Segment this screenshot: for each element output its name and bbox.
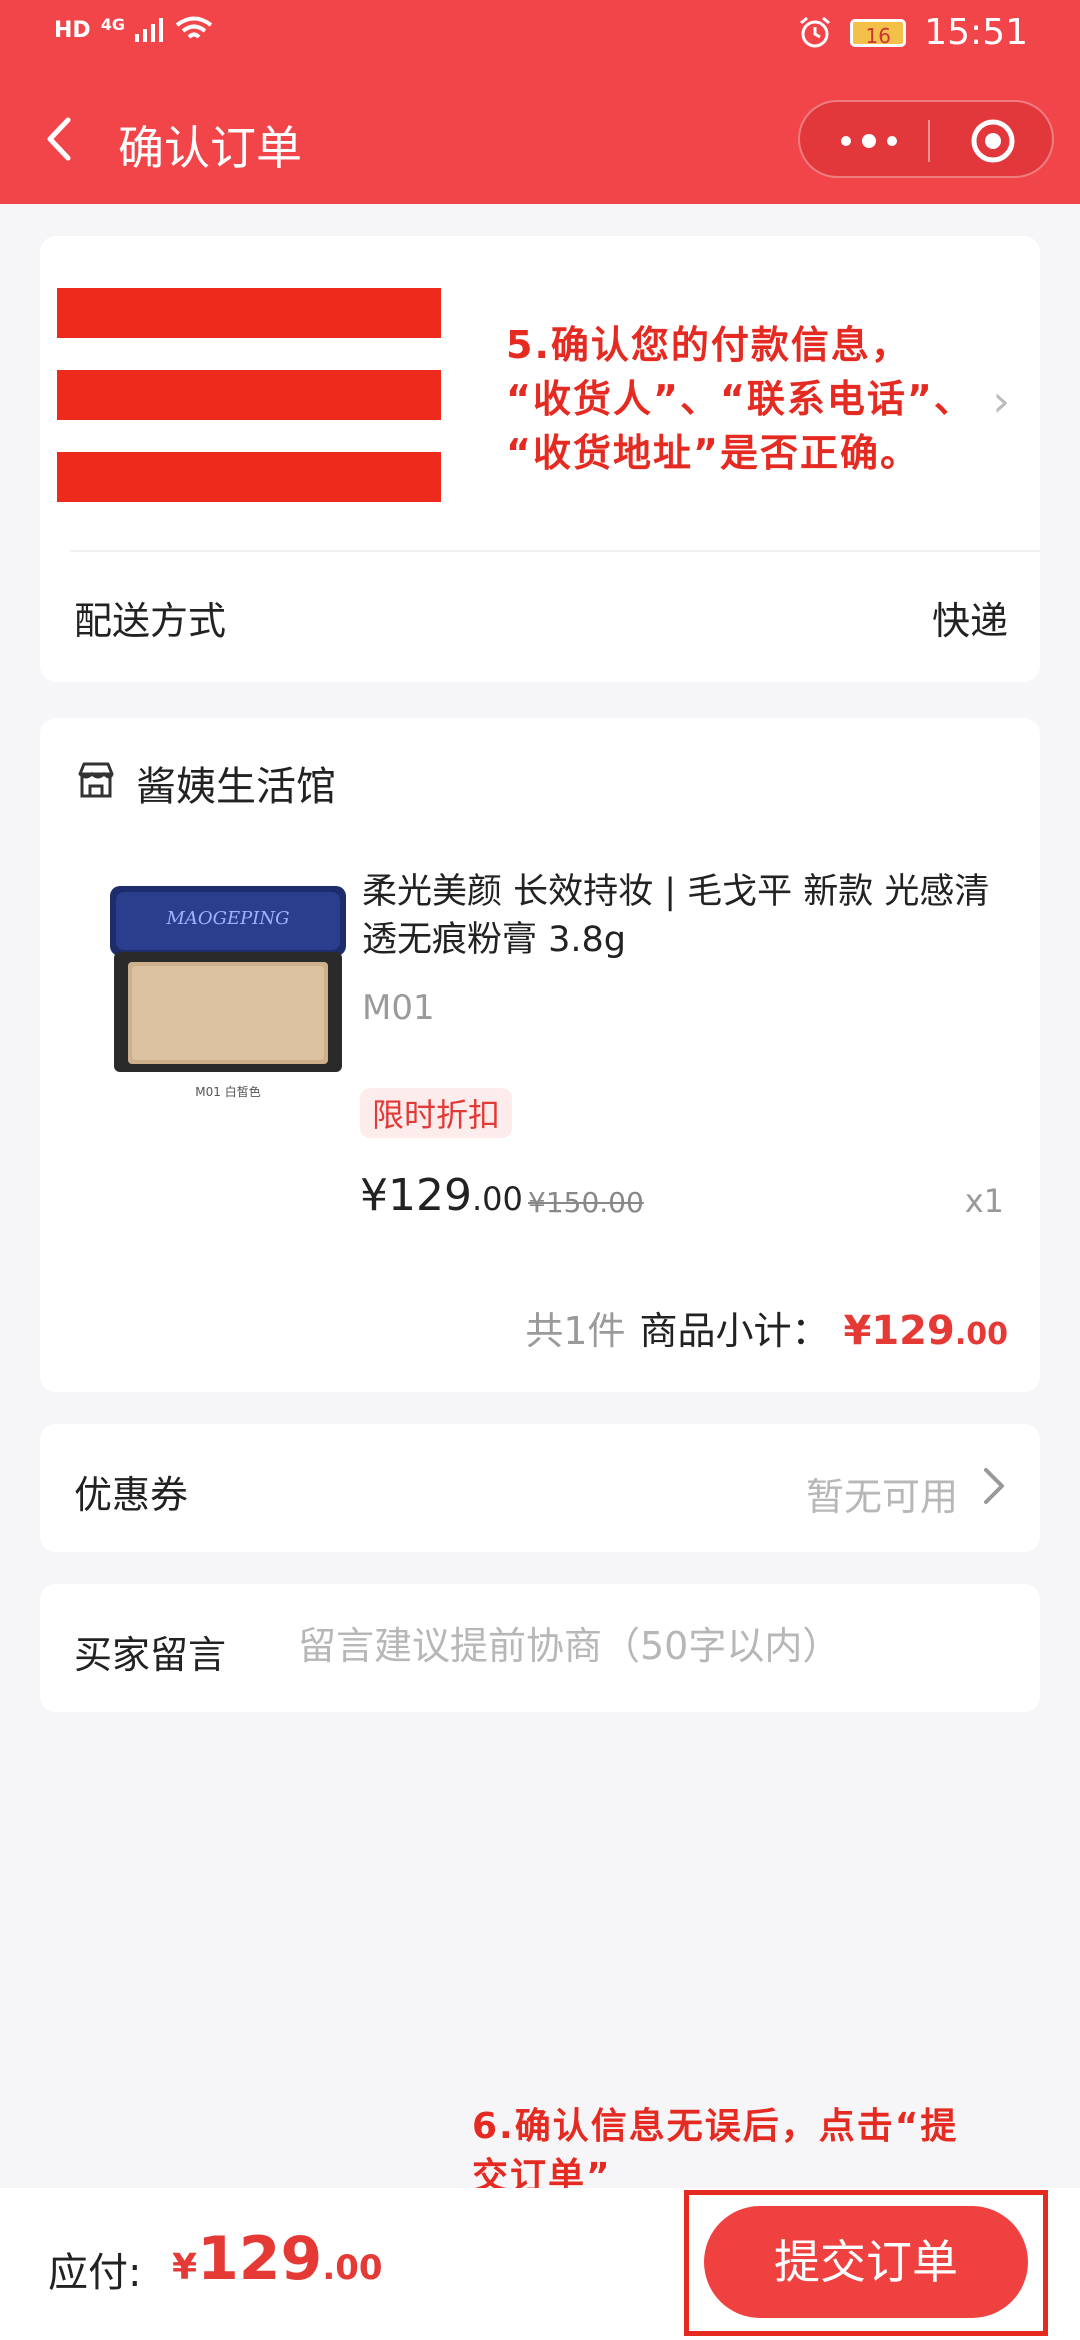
product-quantity: x1 bbox=[964, 1182, 1004, 1220]
product-spec: M01 bbox=[362, 988, 435, 1028]
delivery-value: 快递 bbox=[931, 599, 1008, 643]
clock: 15:51 bbox=[924, 12, 1028, 53]
annotation-line: “收货地址”是否正确。 bbox=[506, 431, 920, 475]
product-box-brand: MAOGEPING bbox=[165, 908, 289, 929]
annotation-step5: 5.确认您的付款信息， “收货人”、“联系电话”、 “收货地址”是否正确。 bbox=[506, 318, 1046, 480]
coupon-row[interactable]: 优惠券 暂无可用 bbox=[40, 1424, 1040, 1552]
product-title[interactable]: 柔光美颜 长效持妆 | 毛戈平 新款 光感清透无痕粉膏 3.8g bbox=[362, 868, 1002, 964]
alarm-icon bbox=[800, 16, 831, 47]
subtotal-dec: .00 bbox=[954, 1317, 1008, 1352]
redacted-phone bbox=[57, 370, 441, 420]
coupon-label: 优惠券 bbox=[74, 1473, 189, 1517]
shop-name: 酱姨生活馆 bbox=[136, 764, 336, 810]
annotation-step6: 6.确认信息无误后，点击“提 交订单” bbox=[472, 2102, 1062, 2202]
divider bbox=[70, 550, 1040, 552]
status-right: 16 15:51 bbox=[798, 12, 1028, 53]
product-price: ¥129.00 bbox=[360, 1170, 523, 1221]
pay-dec: .00 bbox=[322, 2248, 383, 2288]
currency-symbol: ¥ bbox=[172, 2247, 198, 2288]
subtotal-price: ¥129.00 bbox=[844, 1308, 1008, 1354]
wifi-icon bbox=[175, 16, 213, 39]
nav-bar: 确认订单 bbox=[0, 74, 1080, 204]
shop-icon bbox=[78, 762, 114, 798]
annotation-line: “收货人”、“联系电话”、 bbox=[506, 377, 974, 421]
more-icon[interactable] bbox=[834, 124, 904, 158]
product-shade-label: M01 白皙色 bbox=[195, 1084, 260, 1099]
hd-indicator: HD bbox=[54, 17, 91, 43]
battery-icon: 16 bbox=[850, 18, 907, 48]
page-title: 确认订单 bbox=[118, 121, 302, 175]
subtotal-int: ¥129 bbox=[843, 1308, 955, 1354]
back-icon[interactable] bbox=[40, 114, 80, 164]
pay-int: 129 bbox=[197, 2224, 323, 2294]
price-dec: .00 bbox=[471, 1180, 523, 1218]
redacted-address bbox=[57, 452, 441, 502]
message-input[interactable] bbox=[298, 1624, 998, 1668]
price-int: ¥129 bbox=[360, 1170, 472, 1221]
subtotal-line: 共1件 商品小计： ¥129.00 bbox=[525, 1300, 1008, 1355]
coupon-value: 暂无可用 bbox=[805, 1475, 958, 1519]
redacted-name bbox=[57, 288, 441, 338]
status-bar: HD 4G 16 15:51 bbox=[0, 0, 1080, 74]
pay-amount: ¥129.00 bbox=[172, 2224, 383, 2294]
chevron-right-icon bbox=[984, 1468, 1004, 1504]
miniprogram-capsule bbox=[798, 100, 1054, 178]
annotation-highlight-box bbox=[684, 2190, 1048, 2336]
pay-label: 应付: bbox=[48, 2250, 142, 2296]
signal-icon bbox=[134, 18, 163, 42]
address-card[interactable]: › 5.确认您的付款信息， “收货人”、“联系电话”、 “收货地址”是否正确。 … bbox=[40, 236, 1040, 682]
promo-tag: 限时折扣 bbox=[360, 1088, 513, 1138]
product-card: 酱姨生活馆 MAOGEPING M01 白皙色 柔光美颜 长效持妆 | 毛戈平 … bbox=[40, 718, 1040, 1392]
network-type: 4G bbox=[100, 14, 125, 34]
product-image[interactable]: MAOGEPING M01 白皙色 bbox=[98, 864, 358, 1124]
status-indicators: HD 4G bbox=[54, 14, 213, 44]
annotation-line: 6.确认信息无误后，点击“提 bbox=[472, 2106, 959, 2147]
original-price: ¥150.00 bbox=[528, 1186, 644, 1219]
delivery-label: 配送方式 bbox=[74, 599, 227, 643]
item-count: 共1件 bbox=[525, 1309, 626, 1353]
capsule-divider bbox=[928, 120, 930, 162]
close-miniprogram-icon[interactable] bbox=[970, 118, 1016, 164]
message-label: 买家留言 bbox=[74, 1633, 227, 1677]
buyer-message-row: 买家留言 bbox=[40, 1584, 1040, 1712]
subtotal-label: 商品小计： bbox=[639, 1309, 830, 1353]
annotation-line: 5.确认您的付款信息， bbox=[506, 323, 911, 367]
